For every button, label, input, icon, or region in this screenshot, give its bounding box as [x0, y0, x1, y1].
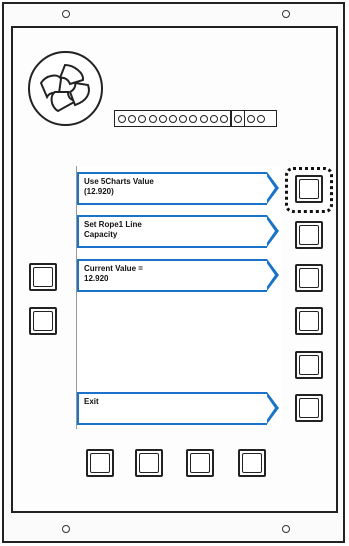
softkey-current-value[interactable]: Current Value = 12.920 — [77, 259, 279, 292]
right-button-1[interactable] — [295, 175, 323, 203]
left-button-1[interactable] — [29, 263, 57, 291]
softkey-label-line1: Use 5Charts Value — [84, 177, 154, 186]
bottom-button-3[interactable] — [186, 449, 214, 477]
bottom-button-2[interactable] — [135, 449, 163, 477]
mounting-hole-bottom-left — [62, 525, 70, 533]
softkey-use-5charts-value[interactable]: Use 5Charts Value (12.920) — [77, 172, 279, 205]
mounting-hole-top-right — [282, 10, 290, 18]
softkey-label-line1: Exit — [84, 397, 99, 406]
mounting-hole-bottom-right — [282, 525, 290, 533]
softkey-label-line2: Capacity — [84, 230, 118, 239]
softkey-set-rope1-line-capacity[interactable]: Set Rope1 Line Capacity — [77, 215, 279, 248]
connector-pins-icon — [114, 110, 277, 127]
right-button-4[interactable] — [295, 307, 323, 335]
bottom-button-4[interactable] — [238, 449, 266, 477]
softkey-exit[interactable]: Exit — [77, 392, 279, 425]
softkey-label-line1: Set Rope1 Line — [84, 220, 142, 229]
right-button-5[interactable] — [295, 351, 323, 379]
softkey-label-line2: (12.920) — [84, 187, 114, 196]
display-screen: Use 5Charts Value (12.920) Set Rope1 Lin… — [76, 166, 281, 429]
left-button-2[interactable] — [29, 307, 57, 335]
softkey-label-line2: 12.920 — [84, 274, 109, 283]
right-button-6[interactable] — [295, 394, 323, 422]
mounting-hole-top-left — [62, 10, 70, 18]
softkey-label-line1: Current Value = — [84, 264, 143, 273]
right-button-3[interactable] — [295, 264, 323, 292]
fan-icon — [28, 51, 103, 126]
right-button-2[interactable] — [295, 221, 323, 249]
bottom-button-1[interactable] — [86, 449, 114, 477]
